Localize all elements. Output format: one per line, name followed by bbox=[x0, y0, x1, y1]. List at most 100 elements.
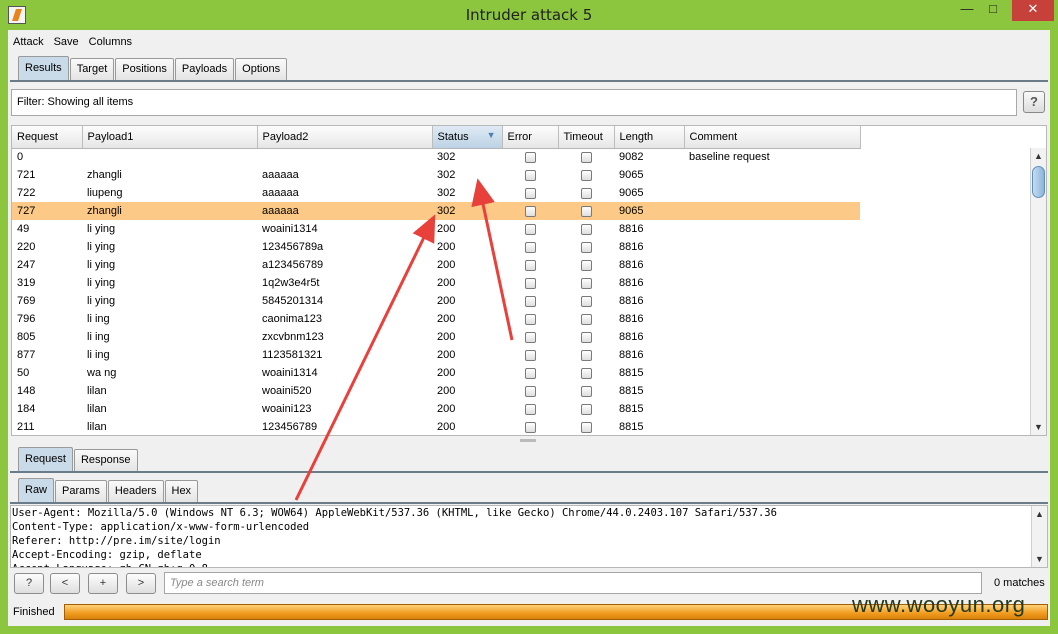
error-checkbox[interactable] bbox=[524, 295, 536, 307]
filter-help-button[interactable]: ? bbox=[1023, 91, 1045, 113]
tab-raw[interactable]: Raw bbox=[18, 478, 55, 502]
search-input[interactable]: Type a search term bbox=[164, 572, 982, 594]
table-row[interactable]: 722 liupeng aaaaaa 302 9065 bbox=[12, 184, 860, 202]
splitter-handle[interactable] bbox=[520, 439, 536, 442]
table-row[interactable]: 721 zhangli aaaaaa 302 9065 bbox=[12, 166, 860, 184]
error-checkbox[interactable] bbox=[524, 259, 536, 271]
add-search-button[interactable]: + bbox=[88, 573, 118, 594]
col-comment-header[interactable]: Comment bbox=[684, 126, 861, 149]
tab-request[interactable]: Request bbox=[18, 447, 73, 471]
timeout-checkbox[interactable] bbox=[580, 403, 592, 415]
menu-attack[interactable]: Attack bbox=[8, 34, 49, 52]
cell-length: 8816 bbox=[619, 295, 644, 307]
timeout-checkbox[interactable] bbox=[580, 223, 592, 235]
window-client: Attack Save Columns Results Target Posit… bbox=[8, 30, 1050, 626]
col-error-header[interactable]: Error bbox=[502, 126, 559, 149]
timeout-checkbox[interactable] bbox=[580, 241, 592, 253]
tab-hex[interactable]: Hex bbox=[164, 480, 199, 502]
cell-comment bbox=[684, 256, 860, 274]
timeout-checkbox[interactable] bbox=[580, 151, 592, 163]
table-row[interactable]: 148 lilan woaini520 200 8815 bbox=[12, 382, 860, 400]
table-row[interactable]: 769 li ying 5845201314 200 8816 bbox=[12, 292, 860, 310]
timeout-checkbox[interactable] bbox=[580, 313, 592, 325]
tab-response[interactable]: Response bbox=[73, 449, 138, 471]
cell-payload1: li ing bbox=[87, 349, 110, 361]
col-request-header[interactable]: Request bbox=[12, 126, 83, 149]
cell-timeout bbox=[558, 274, 614, 292]
error-checkbox[interactable] bbox=[524, 223, 536, 235]
table-row[interactable]: 319 li ying 1q2w3e4r5t 200 8816 bbox=[12, 274, 860, 292]
table-row[interactable]: 49 li ying woaini1314 200 8816 bbox=[12, 220, 860, 238]
table-row[interactable]: 220 li ying 123456789a 200 8816 bbox=[12, 238, 860, 256]
table-row[interactable]: 184 lilan woaini123 200 8815 bbox=[12, 400, 860, 418]
tab-headers[interactable]: Headers bbox=[107, 480, 164, 502]
col-status-header[interactable]: Status bbox=[432, 126, 503, 149]
cell-status: 200 bbox=[437, 385, 456, 397]
error-checkbox[interactable] bbox=[524, 331, 536, 343]
error-checkbox[interactable] bbox=[524, 385, 536, 397]
table-row[interactable]: 805 li ing zxcvbnm123 200 8816 bbox=[12, 328, 860, 346]
col-timeout-header[interactable]: Timeout bbox=[558, 126, 615, 149]
error-checkbox[interactable] bbox=[524, 151, 536, 163]
error-checkbox[interactable] bbox=[524, 169, 536, 181]
previous-match-button[interactable]: < bbox=[50, 573, 80, 594]
timeout-checkbox[interactable] bbox=[580, 385, 592, 397]
raw-request-editor[interactable]: User-Agent: Mozilla/5.0 (Windows NT 6.3;… bbox=[10, 505, 1048, 568]
error-checkbox[interactable] bbox=[524, 277, 536, 289]
timeout-checkbox[interactable] bbox=[580, 187, 592, 199]
minimize-button[interactable]: — bbox=[956, 0, 978, 21]
raw-scrollbar[interactable]: ▲ ▼ bbox=[1031, 506, 1047, 567]
timeout-checkbox[interactable] bbox=[580, 421, 592, 433]
menu-columns[interactable]: Columns bbox=[84, 34, 137, 52]
table-row[interactable]: 211 lilan 123456789 200 8815 bbox=[12, 418, 860, 435]
tab-results[interactable]: Results bbox=[18, 56, 69, 80]
table-row[interactable]: 796 li ing caonima123 200 8816 bbox=[12, 310, 860, 328]
cell-length: 8816 bbox=[619, 313, 644, 325]
timeout-checkbox[interactable] bbox=[580, 259, 592, 271]
next-match-button[interactable]: > bbox=[126, 573, 156, 594]
scroll-up-arrow-icon[interactable]: ▲ bbox=[1031, 148, 1046, 164]
table-scrollbar[interactable]: ▲ ▼ bbox=[1030, 148, 1046, 435]
table-row[interactable]: 0 302 9082 baseline request bbox=[12, 148, 860, 166]
scroll-thumb[interactable] bbox=[1032, 166, 1045, 198]
error-checkbox[interactable] bbox=[524, 313, 536, 325]
tab-params[interactable]: Params bbox=[55, 480, 107, 502]
tab-payloads[interactable]: Payloads bbox=[174, 58, 235, 80]
table-row[interactable]: 727 zhangli aaaaaa 302 9065 bbox=[12, 202, 860, 220]
cell-payload2: 1q2w3e4r5t bbox=[262, 277, 320, 289]
timeout-checkbox[interactable] bbox=[580, 169, 592, 181]
error-checkbox[interactable] bbox=[524, 205, 536, 217]
raw-scroll-up-icon[interactable]: ▲ bbox=[1032, 506, 1047, 522]
scroll-down-arrow-icon[interactable]: ▼ bbox=[1031, 419, 1046, 435]
filter-bar[interactable]: Filter: Showing all items bbox=[11, 89, 1017, 116]
table-row[interactable]: 247 li ying a123456789 200 8816 bbox=[12, 256, 860, 274]
table-row[interactable]: 50 wa ng woaini1314 200 8815 bbox=[12, 364, 860, 382]
error-checkbox[interactable] bbox=[524, 241, 536, 253]
error-checkbox[interactable] bbox=[524, 367, 536, 379]
error-checkbox[interactable] bbox=[524, 421, 536, 433]
col-payload1-header[interactable]: Payload1 bbox=[82, 126, 258, 149]
timeout-checkbox[interactable] bbox=[580, 367, 592, 379]
raw-scroll-down-icon[interactable]: ▼ bbox=[1032, 551, 1047, 567]
cell-error bbox=[502, 148, 558, 166]
close-button[interactable]: ✕ bbox=[1012, 0, 1054, 21]
error-checkbox[interactable] bbox=[524, 187, 536, 199]
cell-status: 302 bbox=[432, 202, 502, 220]
col-length-header[interactable]: Length bbox=[614, 126, 685, 149]
error-checkbox[interactable] bbox=[524, 403, 536, 415]
table-row[interactable]: 877 li ing 1123581321 200 8816 bbox=[12, 346, 860, 364]
timeout-checkbox[interactable] bbox=[580, 295, 592, 307]
timeout-checkbox[interactable] bbox=[580, 205, 592, 217]
menu-save[interactable]: Save bbox=[49, 34, 84, 52]
error-checkbox[interactable] bbox=[524, 349, 536, 361]
col-payload2-header[interactable]: Payload2 bbox=[257, 126, 433, 149]
tab-options[interactable]: Options bbox=[235, 58, 288, 80]
timeout-checkbox[interactable] bbox=[580, 277, 592, 289]
maximize-button[interactable]: □ bbox=[982, 0, 1004, 21]
timeout-checkbox[interactable] bbox=[580, 349, 592, 361]
tab-positions[interactable]: Positions bbox=[115, 58, 174, 80]
tab-target[interactable]: Target bbox=[69, 58, 115, 80]
cell-payload2: a123456789 bbox=[262, 259, 324, 271]
timeout-checkbox[interactable] bbox=[580, 331, 592, 343]
search-help-button[interactable]: ? bbox=[14, 573, 44, 594]
